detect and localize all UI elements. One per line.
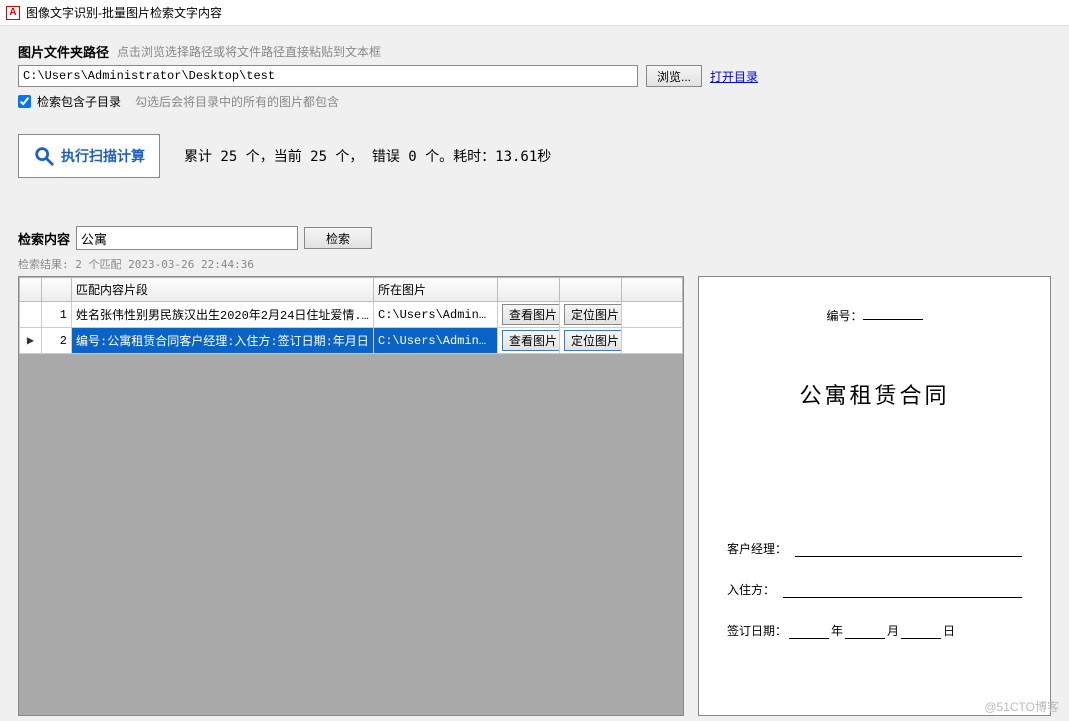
app-icon: A (6, 6, 20, 20)
run-scan-label: 执行扫描计算 (61, 146, 145, 166)
path-input[interactable] (18, 65, 638, 87)
path-label: 图片文件夹路径 (18, 42, 109, 61)
title-bar: A 图像文字识别-批量图片检索文字内容 (0, 0, 1069, 26)
doc-date-field: 签订日期： 年 月 日 (727, 622, 1022, 639)
col-locate (560, 278, 622, 302)
include-subdir-checkbox[interactable] (18, 95, 31, 108)
image-path-cell: C:\Users\Adminis... (374, 328, 498, 354)
doc-title: 公寓租赁合同 (727, 378, 1022, 410)
doc-manager-field: 客户经理： (727, 540, 1022, 557)
row-indicator: ▶ (20, 328, 42, 354)
results-grid[interactable]: 匹配内容片段 所在图片 1 姓名张伟性别男民族汉出生2020年2月24日住址爱情… (18, 276, 684, 716)
table-row[interactable]: 1 姓名张伟性别男民族汉出生2020年2月24日住址爱情... C:\Users… (20, 302, 683, 328)
image-path-cell: C:\Users\Adminis... (374, 302, 498, 328)
col-view (498, 278, 560, 302)
scan-stats: 累计 25 个，当前 25 个， 错误 0 个。耗时：13.61秒 (184, 146, 551, 166)
include-subdir-label: 检索包含子目录 (37, 93, 121, 110)
fragment-cell: 编号:公寓租赁合同客户经理:入住方:签订日期:年月日 (72, 328, 374, 354)
search-icon (33, 145, 55, 167)
fragment-cell: 姓名张伟性别男民族汉出生2020年2月24日住址爱情... (72, 302, 374, 328)
view-image-button[interactable]: 查看图片 (502, 304, 560, 325)
row-number: 1 (42, 302, 72, 328)
col-indicator (20, 278, 42, 302)
browse-button[interactable]: 浏览... (646, 65, 702, 87)
preview-panel: 编号： 公寓租赁合同 客户经理： 入住方： 签订日期： 年 月 日 (698, 276, 1051, 716)
col-fragment[interactable]: 匹配内容片段 (72, 278, 374, 302)
col-image[interactable]: 所在图片 (374, 278, 498, 302)
row-number: 2 (42, 328, 72, 354)
locate-image-button[interactable]: 定位图片 (564, 330, 622, 351)
open-directory-link[interactable]: 打开目录 (710, 68, 758, 85)
run-scan-button[interactable]: 执行扫描计算 (18, 134, 160, 178)
search-label: 检索内容 (18, 229, 70, 248)
view-image-button[interactable]: 查看图片 (502, 330, 560, 351)
table-header-row: 匹配内容片段 所在图片 (20, 278, 683, 302)
search-input[interactable] (76, 226, 298, 250)
doc-number: 编号： (727, 307, 1022, 324)
window-title: 图像文字识别-批量图片检索文字内容 (26, 4, 222, 21)
search-button[interactable]: 检索 (304, 227, 372, 249)
include-subdir-hint: 勾选后会将目录中的所有的图片都包含 (135, 93, 339, 110)
doc-tenant-field: 入住方： (727, 581, 1022, 598)
locate-image-button[interactable]: 定位图片 (564, 304, 622, 325)
col-spacer (622, 278, 683, 302)
row-indicator (20, 302, 42, 328)
result-meta: 检索结果: 2 个匹配 2023-03-26 22:44:36 (18, 256, 1051, 272)
col-num (42, 278, 72, 302)
path-hint: 点击浏览选择路径或将文件路径直接粘贴到文本框 (117, 43, 381, 60)
watermark: @51CTO博客 (984, 698, 1059, 715)
table-row[interactable]: ▶ 2 编号:公寓租赁合同客户经理:入住方:签订日期:年月日 C:\Users\… (20, 328, 683, 354)
